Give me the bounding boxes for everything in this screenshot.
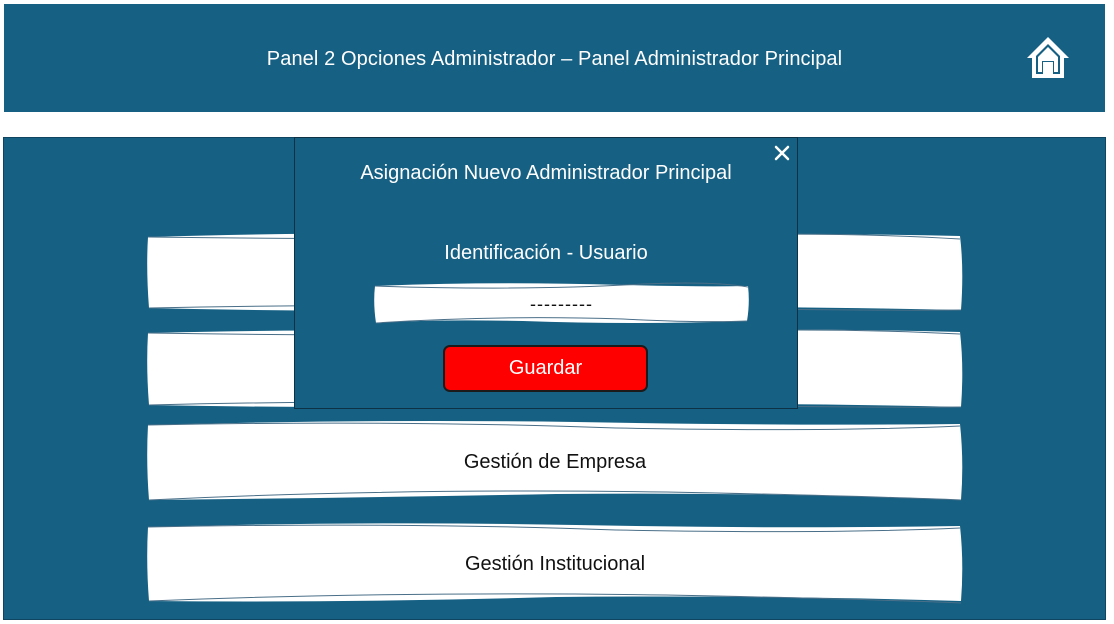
dialog-title: Asignación Nuevo Administrador Principal	[360, 162, 732, 184]
save-button[interactable]: Guardar	[443, 345, 648, 392]
user-id-value: ---------	[530, 294, 593, 314]
user-id-label: Identificación - Usuario	[444, 242, 648, 264]
assign-admin-dialog: Asignación Nuevo Administrador Principal…	[294, 137, 798, 409]
page-title: Panel 2 Opciones Administrador – Panel A…	[266, 48, 843, 70]
close-icon[interactable]	[771, 142, 793, 164]
header-bar: Panel 2 Opciones Administrador – Panel A…	[4, 4, 1105, 112]
menu-item-empresa-label: Gestión de Empresa	[463, 451, 647, 473]
menu-item-institucional-label: Gestión Institucional	[464, 553, 646, 575]
home-icon[interactable]	[1024, 34, 1072, 80]
app-window: Panel 2 Opciones Administrador – Panel A…	[0, 0, 1114, 624]
menu-item-institucional[interactable]: Gestión Institucional	[146, 519, 964, 605]
menu-item-empresa[interactable]: Gestión de Empresa	[146, 418, 964, 504]
user-id-input[interactable]: ---------	[373, 281, 750, 325]
